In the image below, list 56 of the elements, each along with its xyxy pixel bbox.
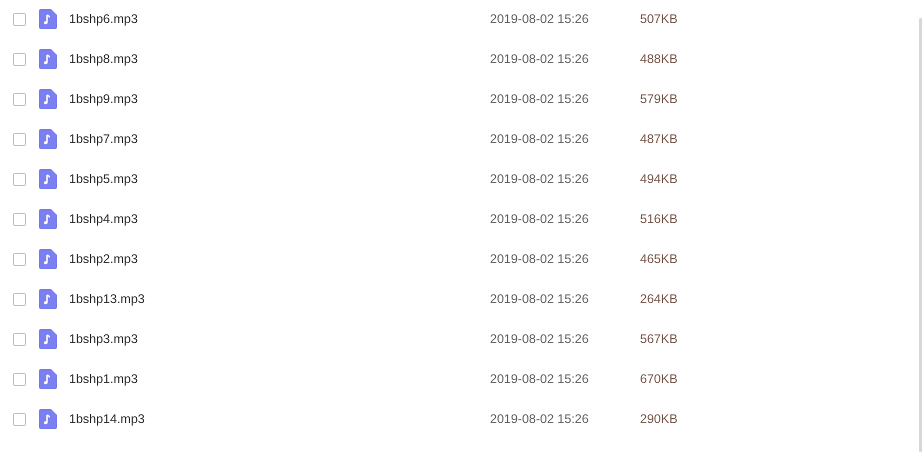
file-name[interactable]: 1bshp5.mp3: [69, 172, 490, 186]
modified-date: 2019-08-02 15:26: [490, 332, 590, 346]
checkbox[interactable]: [13, 212, 26, 226]
file-size: 465KB: [640, 252, 678, 266]
modified-date: 2019-08-02 15:26: [490, 292, 590, 306]
modified-date: 2019-08-02 15:26: [490, 92, 590, 106]
modified-date: 2019-08-02 15:26: [490, 172, 590, 186]
file-name[interactable]: 1bshp9.mp3: [69, 92, 490, 106]
music-file-icon: [39, 329, 57, 349]
file-name[interactable]: 1bshp4.mp3: [69, 212, 490, 226]
checkbox[interactable]: [13, 92, 26, 106]
file-size: 487KB: [640, 132, 678, 146]
file-name[interactable]: 1bshp14.mp3: [69, 412, 490, 426]
file-size: 670KB: [640, 372, 678, 386]
file-name[interactable]: 1bshp1.mp3: [69, 372, 490, 386]
modified-date: 2019-08-02 15:26: [490, 252, 590, 266]
checkbox[interactable]: [13, 292, 26, 306]
file-name[interactable]: 1bshp6.mp3: [69, 12, 490, 26]
modified-date: 2019-08-02 15:26: [490, 212, 590, 226]
checkbox[interactable]: [13, 12, 26, 26]
scrollbar-thumb[interactable]: [919, 18, 922, 452]
music-file-icon: [39, 249, 57, 269]
music-file-icon: [39, 129, 57, 149]
modified-date: 2019-08-02 15:26: [490, 12, 590, 26]
modified-date: 2019-08-02 15:26: [490, 132, 590, 146]
music-file-icon: [39, 89, 57, 109]
checkbox[interactable]: [13, 412, 26, 426]
file-name[interactable]: 1bshp2.mp3: [69, 252, 490, 266]
modified-date: 2019-08-02 15:26: [490, 52, 590, 66]
file-size: 579KB: [640, 92, 678, 106]
music-file-icon: [39, 169, 57, 189]
music-file-icon: [39, 49, 57, 69]
checkbox[interactable]: [13, 252, 26, 266]
music-file-icon: [39, 409, 57, 429]
checkbox[interactable]: [13, 52, 26, 66]
music-file-icon: [39, 209, 57, 229]
file-size: 290KB: [640, 412, 678, 426]
file-name[interactable]: 1bshp7.mp3: [69, 132, 490, 146]
file-size: 567KB: [640, 332, 678, 346]
file-name[interactable]: 1bshp13.mp3: [69, 292, 490, 306]
checkbox[interactable]: [13, 132, 26, 146]
file-size: 507KB: [640, 12, 678, 26]
music-file-icon: [39, 9, 57, 29]
modified-date: 2019-08-02 15:26: [490, 412, 590, 426]
file-size: 264KB: [640, 292, 678, 306]
music-file-icon: [39, 289, 57, 309]
file-name[interactable]: 1bshp3.mp3: [69, 332, 490, 346]
file-size: 488KB: [640, 52, 678, 66]
file-name[interactable]: 1bshp8.mp3: [69, 52, 490, 66]
modified-date: 2019-08-02 15:26: [490, 372, 590, 386]
file-size: 494KB: [640, 172, 678, 186]
music-file-icon: [39, 369, 57, 389]
checkbox[interactable]: [13, 372, 26, 386]
file-size: 516KB: [640, 212, 678, 226]
checkbox[interactable]: [13, 172, 26, 186]
checkbox[interactable]: [13, 332, 26, 346]
